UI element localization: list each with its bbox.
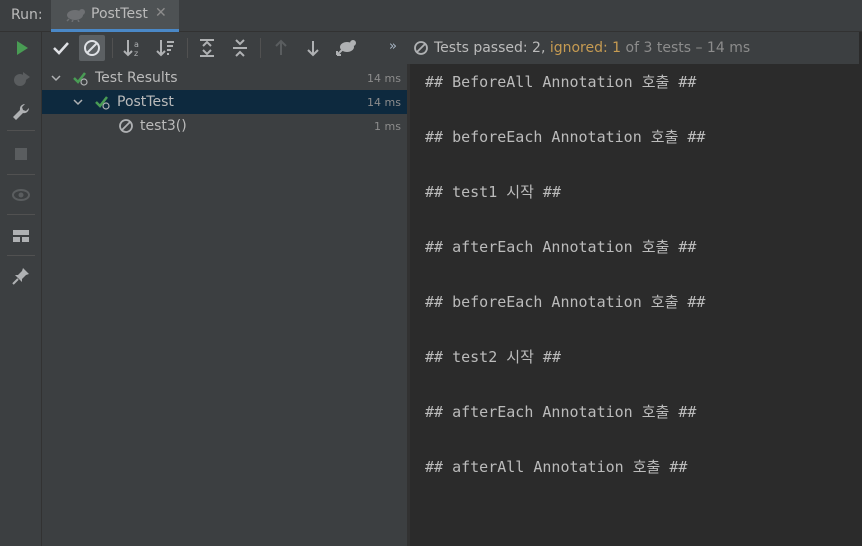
test-toolbar: a z: [42, 32, 407, 64]
duration-label: 14 ms: [367, 96, 401, 109]
console-line: ## beforeEach Annotation 호출 ##: [425, 293, 706, 311]
tree-row-test-results[interactable]: Test Results 14 ms: [42, 66, 407, 90]
svg-text:a: a: [134, 40, 139, 49]
expand-all-icon[interactable]: [194, 35, 220, 61]
chevron-down-icon[interactable]: [50, 72, 62, 84]
tree-label: test3(): [140, 118, 187, 134]
collapse-all-icon[interactable]: [227, 35, 253, 61]
duration-label: 14 ms: [367, 72, 401, 85]
test-status-bar: » Tests passed: 2, ignored: 1 of 3 tests…: [389, 32, 859, 64]
console-line: ## test1 시작 ##: [425, 183, 561, 201]
show-ignored-icon[interactable]: [79, 35, 105, 61]
debug-rerun-icon[interactable]: [10, 68, 32, 90]
junit-run-icon: [66, 9, 85, 22]
previous-failed-icon[interactable]: [268, 35, 294, 61]
toolbar-overflow-button[interactable]: »: [389, 39, 397, 54]
toolbar-divider: [112, 38, 113, 58]
strip-divider: [7, 174, 35, 175]
chevron-down-icon[interactable]: [72, 96, 84, 108]
run-label: Run:: [11, 7, 43, 23]
layout-icon[interactable]: [10, 225, 32, 247]
strip-divider: [7, 214, 35, 215]
import-tests-icon[interactable]: [333, 35, 359, 61]
test-results-panel: a z Test Results 14 ms PostTest 14 ms te…: [42, 32, 407, 546]
total-count-text: of 3 tests: [621, 40, 692, 56]
next-failed-icon[interactable]: [300, 35, 326, 61]
show-passed-icon[interactable]: [48, 35, 74, 61]
duration-text: – 14 ms: [691, 40, 751, 56]
console-output[interactable]: ## BeforeAll Annotation 호출 ## ## beforeE…: [410, 64, 862, 546]
close-icon[interactable]: ✕: [155, 5, 167, 21]
test-passed-icon: [73, 72, 88, 86]
tree-label: PostTest: [117, 94, 174, 110]
duration-label: 1 ms: [374, 120, 401, 133]
ignored-count-text: ignored: 1: [549, 40, 622, 56]
strip-divider: [7, 130, 35, 131]
tree-label: Test Results: [95, 70, 178, 86]
tab-posttest[interactable]: PostTest ✕: [51, 0, 179, 32]
view-icon[interactable]: [10, 184, 32, 206]
settings-wrench-icon[interactable]: [10, 101, 32, 123]
pin-icon[interactable]: [10, 265, 32, 287]
sort-alpha-icon[interactable]: a z: [120, 35, 146, 61]
test-passed-icon: [95, 96, 110, 110]
sort-duration-icon[interactable]: [153, 35, 179, 61]
console-line: ## afterEach Annotation 호출 ##: [425, 238, 697, 256]
passed-count-text: Tests passed: 2,: [434, 40, 550, 56]
test-ignored-icon: [119, 119, 133, 133]
run-side-toolbar: [0, 32, 42, 546]
toolbar-divider: [187, 38, 188, 58]
console-line: ## BeforeAll Annotation 호출 ##: [425, 73, 697, 91]
svg-text:z: z: [134, 49, 138, 58]
tree-row-posttest[interactable]: PostTest 14 ms: [42, 90, 407, 114]
rerun-icon[interactable]: [10, 37, 32, 59]
strip-divider: [7, 255, 35, 256]
tab-label: PostTest: [91, 6, 148, 22]
toolbar-divider: [260, 38, 261, 58]
stop-icon[interactable]: [10, 143, 32, 165]
console-line: ## test2 시작 ##: [425, 348, 561, 366]
tree-row-test3[interactable]: test3() 1 ms: [42, 114, 407, 138]
console-line: ## afterAll Annotation 호출 ##: [425, 458, 688, 476]
console-line: ## beforeEach Annotation 호출 ##: [425, 128, 706, 146]
run-tool-window-header: Run: PostTest ✕: [0, 0, 862, 32]
console-line: ## afterEach Annotation 호출 ##: [425, 403, 697, 421]
test-summary: Tests passed: 2, ignored: 1 of 3 tests –…: [434, 40, 750, 56]
test-ignored-icon: [414, 41, 428, 55]
